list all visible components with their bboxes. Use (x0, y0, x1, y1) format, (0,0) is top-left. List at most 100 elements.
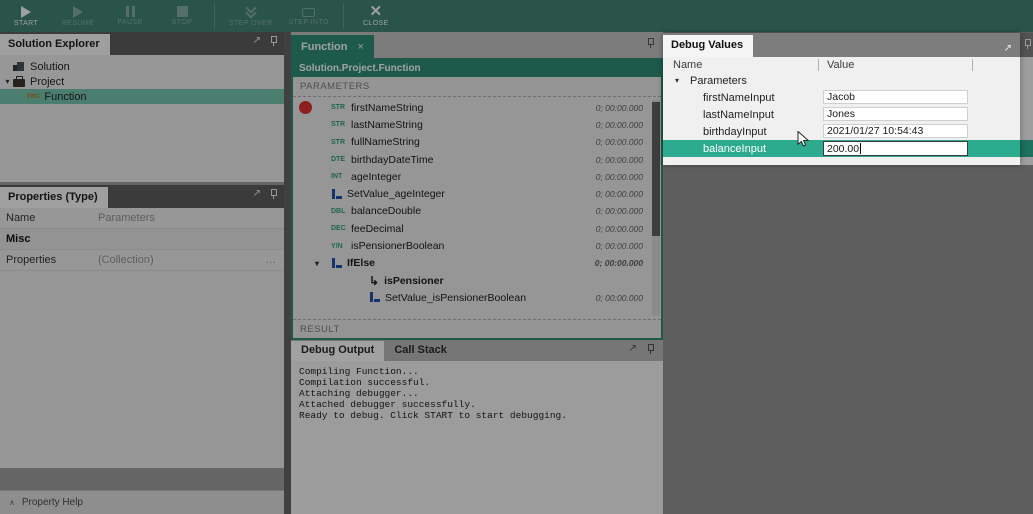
float-window-icon[interactable]: ↗ (253, 189, 261, 199)
debug-value-text: Jones (827, 108, 856, 120)
close-button[interactable]: ✕ CLOSE (350, 0, 402, 32)
expander-icon[interactable]: ▾ (2, 77, 13, 86)
parameter-name: isPensionerBoolean (351, 240, 445, 253)
pin-icon[interactable] (269, 189, 278, 199)
parameters-list: STR firstNameString 0; 00:00.000 STR lastNam… (293, 96, 661, 320)
setvalue-icon (331, 257, 342, 269)
float-window-icon[interactable]: ↗ (253, 36, 261, 46)
type-badge: DTE (331, 156, 345, 164)
debug-value-text: 200.00 (827, 142, 860, 155)
float-window-icon[interactable]: ↗ (1004, 44, 1012, 54)
parameters-section-label: PARAMETERS (300, 81, 370, 92)
debug-values-edge-strip (1020, 33, 1033, 57)
center-column: Function × Solution.Project.Function PAR… (291, 32, 663, 514)
type-badge: DEC (331, 225, 346, 233)
breakpoint-icon[interactable] (299, 101, 312, 115)
debug-values-title: Debug Values (663, 35, 754, 57)
parameter-name: birthdayDateTime (351, 153, 434, 166)
parameter-row[interactable]: Y/N isPensionerBoolean 0; 00:00.000 (293, 237, 661, 254)
toolbar-button-label: RESUME (61, 19, 95, 27)
debug-value-row-birthdayInput[interactable]: birthdayInput 2021/01/27 10:54:43 (663, 123, 1020, 140)
scrollbar-thumb[interactable] (652, 102, 660, 236)
debug-value-row-firstNameInput[interactable]: firstNameInput Jacob (663, 89, 1020, 106)
project-icon (13, 75, 25, 87)
tab-function[interactable]: Function × (291, 35, 374, 58)
property-label: Misc (6, 233, 31, 245)
resume-button: RESUME (52, 0, 104, 32)
debug-value-input-balanceInput[interactable]: 200.00 (823, 141, 968, 156)
stop-button: STOP (156, 0, 208, 32)
step-over-icon (245, 6, 257, 18)
toolbar-button-label: CLOSE (362, 19, 389, 27)
parameter-name: SetValue_isPensionerBoolean (385, 291, 527, 304)
browse-ellipsis-button[interactable]: … (265, 254, 278, 266)
parameter-row[interactable]: SetValue_ageInteger 0; 00:00.000 (293, 185, 661, 202)
parameter-row[interactable]: DEC feeDecimal 0; 00:00.000 (293, 220, 661, 237)
expander-icon[interactable]: ▾ (315, 259, 319, 268)
debug-value-row-Parameters[interactable]: ▾ Parameters (663, 72, 1020, 89)
property-row-name[interactable]: Name Parameters (0, 208, 284, 229)
stop-icon (176, 6, 188, 17)
collapse-chevron-icon: ∧ (9, 498, 15, 507)
function-badge: FNC (27, 93, 41, 100)
sidebar-item-function[interactable]: FNC Function (0, 89, 284, 104)
parameter-name: ageInteger (351, 170, 402, 183)
text-caret (860, 143, 862, 154)
close-icon: ✕ (369, 2, 383, 20)
parameter-row[interactable]: ▾ IfElse 0; 00:00.000 (293, 255, 661, 272)
pin-icon[interactable] (646, 38, 655, 48)
document-tabstrip: Function × (291, 32, 663, 58)
setvalue-icon (331, 188, 342, 200)
tab-close-icon[interactable]: × (357, 41, 363, 53)
debug-value-name: lastNameInput (703, 108, 774, 121)
tab-debug-output[interactable]: Debug Output (291, 341, 385, 361)
debug-output-panel: Debug Output Call Stack ↗ Compiling Funct… (291, 340, 663, 514)
property-help-label: Property Help (21, 497, 83, 508)
property-help-bar[interactable]: ∧ Property Help (0, 490, 284, 514)
debug-value-input-firstNameInput[interactable]: Jacob (823, 90, 968, 104)
property-label: Properties (6, 254, 57, 266)
pin-icon[interactable] (646, 344, 655, 354)
toolbar-button-label: STEP OVER (229, 19, 273, 27)
column-divider[interactable] (818, 59, 819, 71)
debug-value-text: Jacob (827, 91, 856, 103)
property-row-misc[interactable]: Misc (0, 229, 284, 250)
property-label: Name (6, 212, 36, 224)
sidebar-item-solution[interactable]: Solution (0, 59, 284, 74)
toolbar-button-label: STOP (171, 19, 193, 26)
type-badge: STR (331, 121, 345, 129)
vertical-scrollbar[interactable] (652, 100, 660, 316)
pause-icon (125, 6, 135, 17)
column-value: Value (827, 58, 855, 71)
start-button[interactable]: START (0, 0, 52, 32)
pin-icon[interactable] (1023, 39, 1032, 49)
column-divider[interactable] (972, 59, 973, 71)
float-window-icon[interactable]: ↗ (629, 344, 637, 354)
toolbar-group-divider (342, 3, 344, 29)
property-row-properties[interactable]: Properties (Collection)… (0, 250, 284, 271)
parameter-row[interactable]: DTE birthdayDateTime 0; 00:00.000 (293, 151, 661, 168)
sidebar-item-project[interactable]: ▾ Project (0, 74, 284, 89)
parameter-row[interactable]: SetValue_isPensionerBoolean 0; 00:00.000 (293, 289, 661, 306)
step-over-button: STEP OVER (221, 0, 281, 32)
debug-value-input-birthdayInput[interactable]: 2021/01/27 10:54:43 (823, 124, 968, 138)
parameter-row[interactable]: STR firstNameString 0; 00:00.000 (293, 99, 661, 116)
parameter-name: isPensioner (384, 274, 444, 287)
parameter-row[interactable]: STR fullNameString 0; 00:00.000 (293, 134, 661, 151)
expander-icon[interactable]: ▾ (675, 76, 679, 85)
pin-icon[interactable] (269, 36, 278, 46)
parameter-row[interactable]: STR lastNameString 0; 00:00.000 (293, 116, 661, 133)
debug-values-grid: Name Value ▾ Parameters firstNameInput Jaco… (663, 57, 1020, 165)
debug-value-name: birthdayInput (703, 125, 767, 138)
parameter-row[interactable]: ↳ isPensioner (293, 272, 661, 289)
debug-value-row-lastNameInput[interactable]: lastNameInput Jones (663, 106, 1020, 123)
parameter-row[interactable]: DBL balanceDouble 0; 00:00.000 (293, 203, 661, 220)
debug-value-input-lastNameInput[interactable]: Jones (823, 107, 968, 121)
debug-value-row-balanceInput[interactable]: balanceInput 200.00 (663, 140, 1020, 157)
tab-call-stack[interactable]: Call Stack (384, 341, 457, 361)
play-icon (21, 5, 31, 18)
debug-output-tabstrip: Debug Output Call Stack ↗ (291, 340, 663, 361)
properties-header: Properties (Type) ↗ (0, 185, 284, 208)
parameter-row[interactable]: INT ageInteger 0; 00:00.000 (293, 168, 661, 185)
panel-splitter[interactable] (284, 32, 291, 514)
